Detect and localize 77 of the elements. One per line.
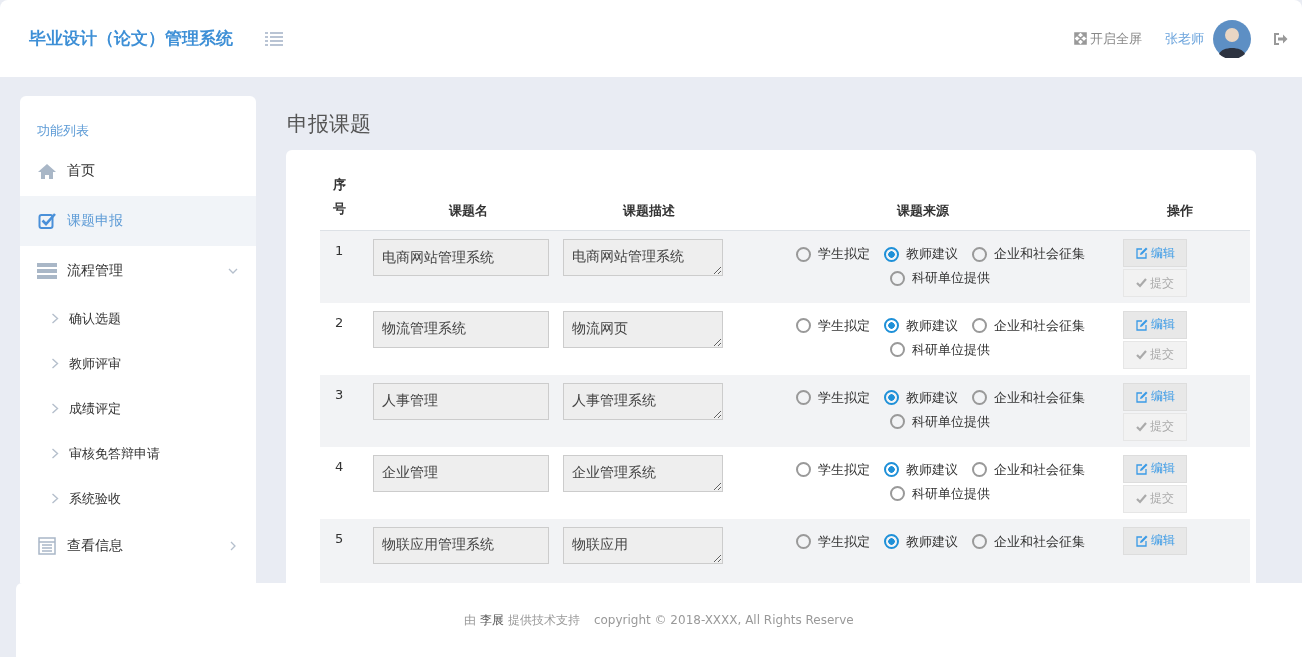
source-radio[interactable]: 企业和社会征集 [971, 388, 1085, 407]
menu-icon[interactable] [265, 31, 283, 46]
topic-name-field[interactable]: 企业管理 [373, 454, 549, 492]
home-icon [37, 163, 57, 179]
sidebar-heading: 功能列表 [36, 122, 90, 140]
app-title: 毕业设计（论文）管理系统 [29, 27, 233, 50]
edit-icon [1135, 390, 1148, 403]
sidebar-subitem[interactable]: 审核免答辩申请 [20, 431, 256, 476]
topic-name-field[interactable]: 人事管理 [373, 382, 549, 420]
source-radio[interactable]: 学生拟定 [795, 316, 870, 335]
sidebar-item[interactable]: 首页 [20, 146, 256, 196]
topic-description-field[interactable]: 电商网站管理系统 [563, 239, 723, 276]
source-radio[interactable]: 教师建议 [883, 245, 958, 263]
server-icon [37, 263, 57, 279]
edit-icon [1135, 247, 1148, 259]
row-number: 5 [335, 530, 344, 546]
chevron-right-icon [51, 493, 59, 504]
source-radio[interactable]: 科研单位提供 [890, 412, 990, 431]
source-radio[interactable]: 学生拟定 [795, 460, 870, 479]
sidebar-item[interactable]: 查看信息 [20, 521, 256, 571]
fullscreen-button[interactable]: 开启全屏 [1074, 29, 1142, 48]
source-radio[interactable]: 教师建议 [883, 460, 958, 479]
row-number: 4 [335, 458, 344, 474]
source-radio[interactable]: 科研单位提供 [890, 484, 990, 503]
checkbox-icon [37, 212, 57, 230]
edit-icon [1135, 462, 1148, 475]
source-radio[interactable]: 教师建议 [883, 388, 958, 407]
column-header: 课题描述 [623, 203, 675, 218]
source-radio[interactable]: 学生拟定 [795, 245, 870, 263]
chevron-right-icon [51, 358, 59, 369]
sidebar-subitem[interactable]: 系统验收 [20, 476, 256, 521]
chevron-right-icon [228, 541, 238, 551]
logout-icon[interactable] [1274, 32, 1288, 45]
chevron-right-icon [51, 403, 59, 414]
source-radio[interactable]: 科研单位提供 [890, 340, 990, 359]
column-header: 课题来源 [896, 203, 949, 218]
edit-icon [1135, 534, 1148, 547]
topic-name-field[interactable]: 物流管理系统 [373, 310, 549, 348]
source-radio[interactable]: 企业和社会征集 [971, 316, 1085, 335]
row-number: 1 [335, 243, 344, 258]
credit-text: 由 李展 提供技术支持 [464, 611, 580, 629]
topic-name-field[interactable]: 电商网站管理系统 [373, 239, 549, 276]
sidebar-item[interactable]: 流程管理 [20, 246, 256, 296]
source-radio[interactable]: 学生拟定 [795, 532, 870, 551]
checkmark-icon [1136, 493, 1147, 504]
topic-description-field[interactable]: 物流网页 [563, 310, 723, 348]
edit-icon [1135, 318, 1148, 331]
chevron-down-icon [228, 266, 238, 276]
topic-name-field[interactable]: 物联应用管理系统 [373, 526, 549, 564]
checkmark-icon [1136, 421, 1147, 432]
source-radio[interactable]: 教师建议 [883, 532, 958, 551]
topic-description-field[interactable]: 物联应用 [563, 526, 723, 564]
checkmark-icon [1136, 278, 1147, 288]
page-title: 申报课题 [287, 111, 372, 138]
row-number: 3 [335, 386, 344, 402]
checkmark-icon [1136, 349, 1147, 360]
source-radio[interactable]: 学生拟定 [795, 388, 870, 407]
topic-description-field[interactable]: 人事管理系统 [563, 382, 723, 420]
chevron-right-icon [51, 448, 59, 459]
sidebar-subitem[interactable]: 确认选题 [20, 296, 256, 341]
source-radio[interactable]: 科研单位提供 [890, 269, 990, 287]
expand-icon [1074, 32, 1087, 45]
column-header: 操作 [1167, 203, 1193, 218]
sidebar-subitem[interactable]: 教师评审 [20, 341, 256, 386]
column-header: 课题名 [448, 203, 488, 218]
source-radio[interactable]: 教师建议 [883, 316, 958, 335]
copyright-text: copyright © 2018-XXXX, All Rights Reserve [593, 613, 854, 627]
source-radio[interactable]: 企业和社会征集 [971, 460, 1085, 479]
avatar-icon[interactable] [1213, 19, 1251, 58]
chevron-right-icon [51, 313, 59, 324]
topic-description-field[interactable]: 企业管理系统 [563, 454, 723, 492]
column-header: 序号 [333, 176, 346, 218]
sidebar-subitem[interactable]: 成绩评定 [20, 386, 256, 431]
list-icon [37, 537, 57, 555]
row-number: 2 [335, 314, 344, 330]
source-radio[interactable]: 企业和社会征集 [971, 532, 1085, 551]
source-radio[interactable]: 企业和社会征集 [971, 245, 1085, 263]
